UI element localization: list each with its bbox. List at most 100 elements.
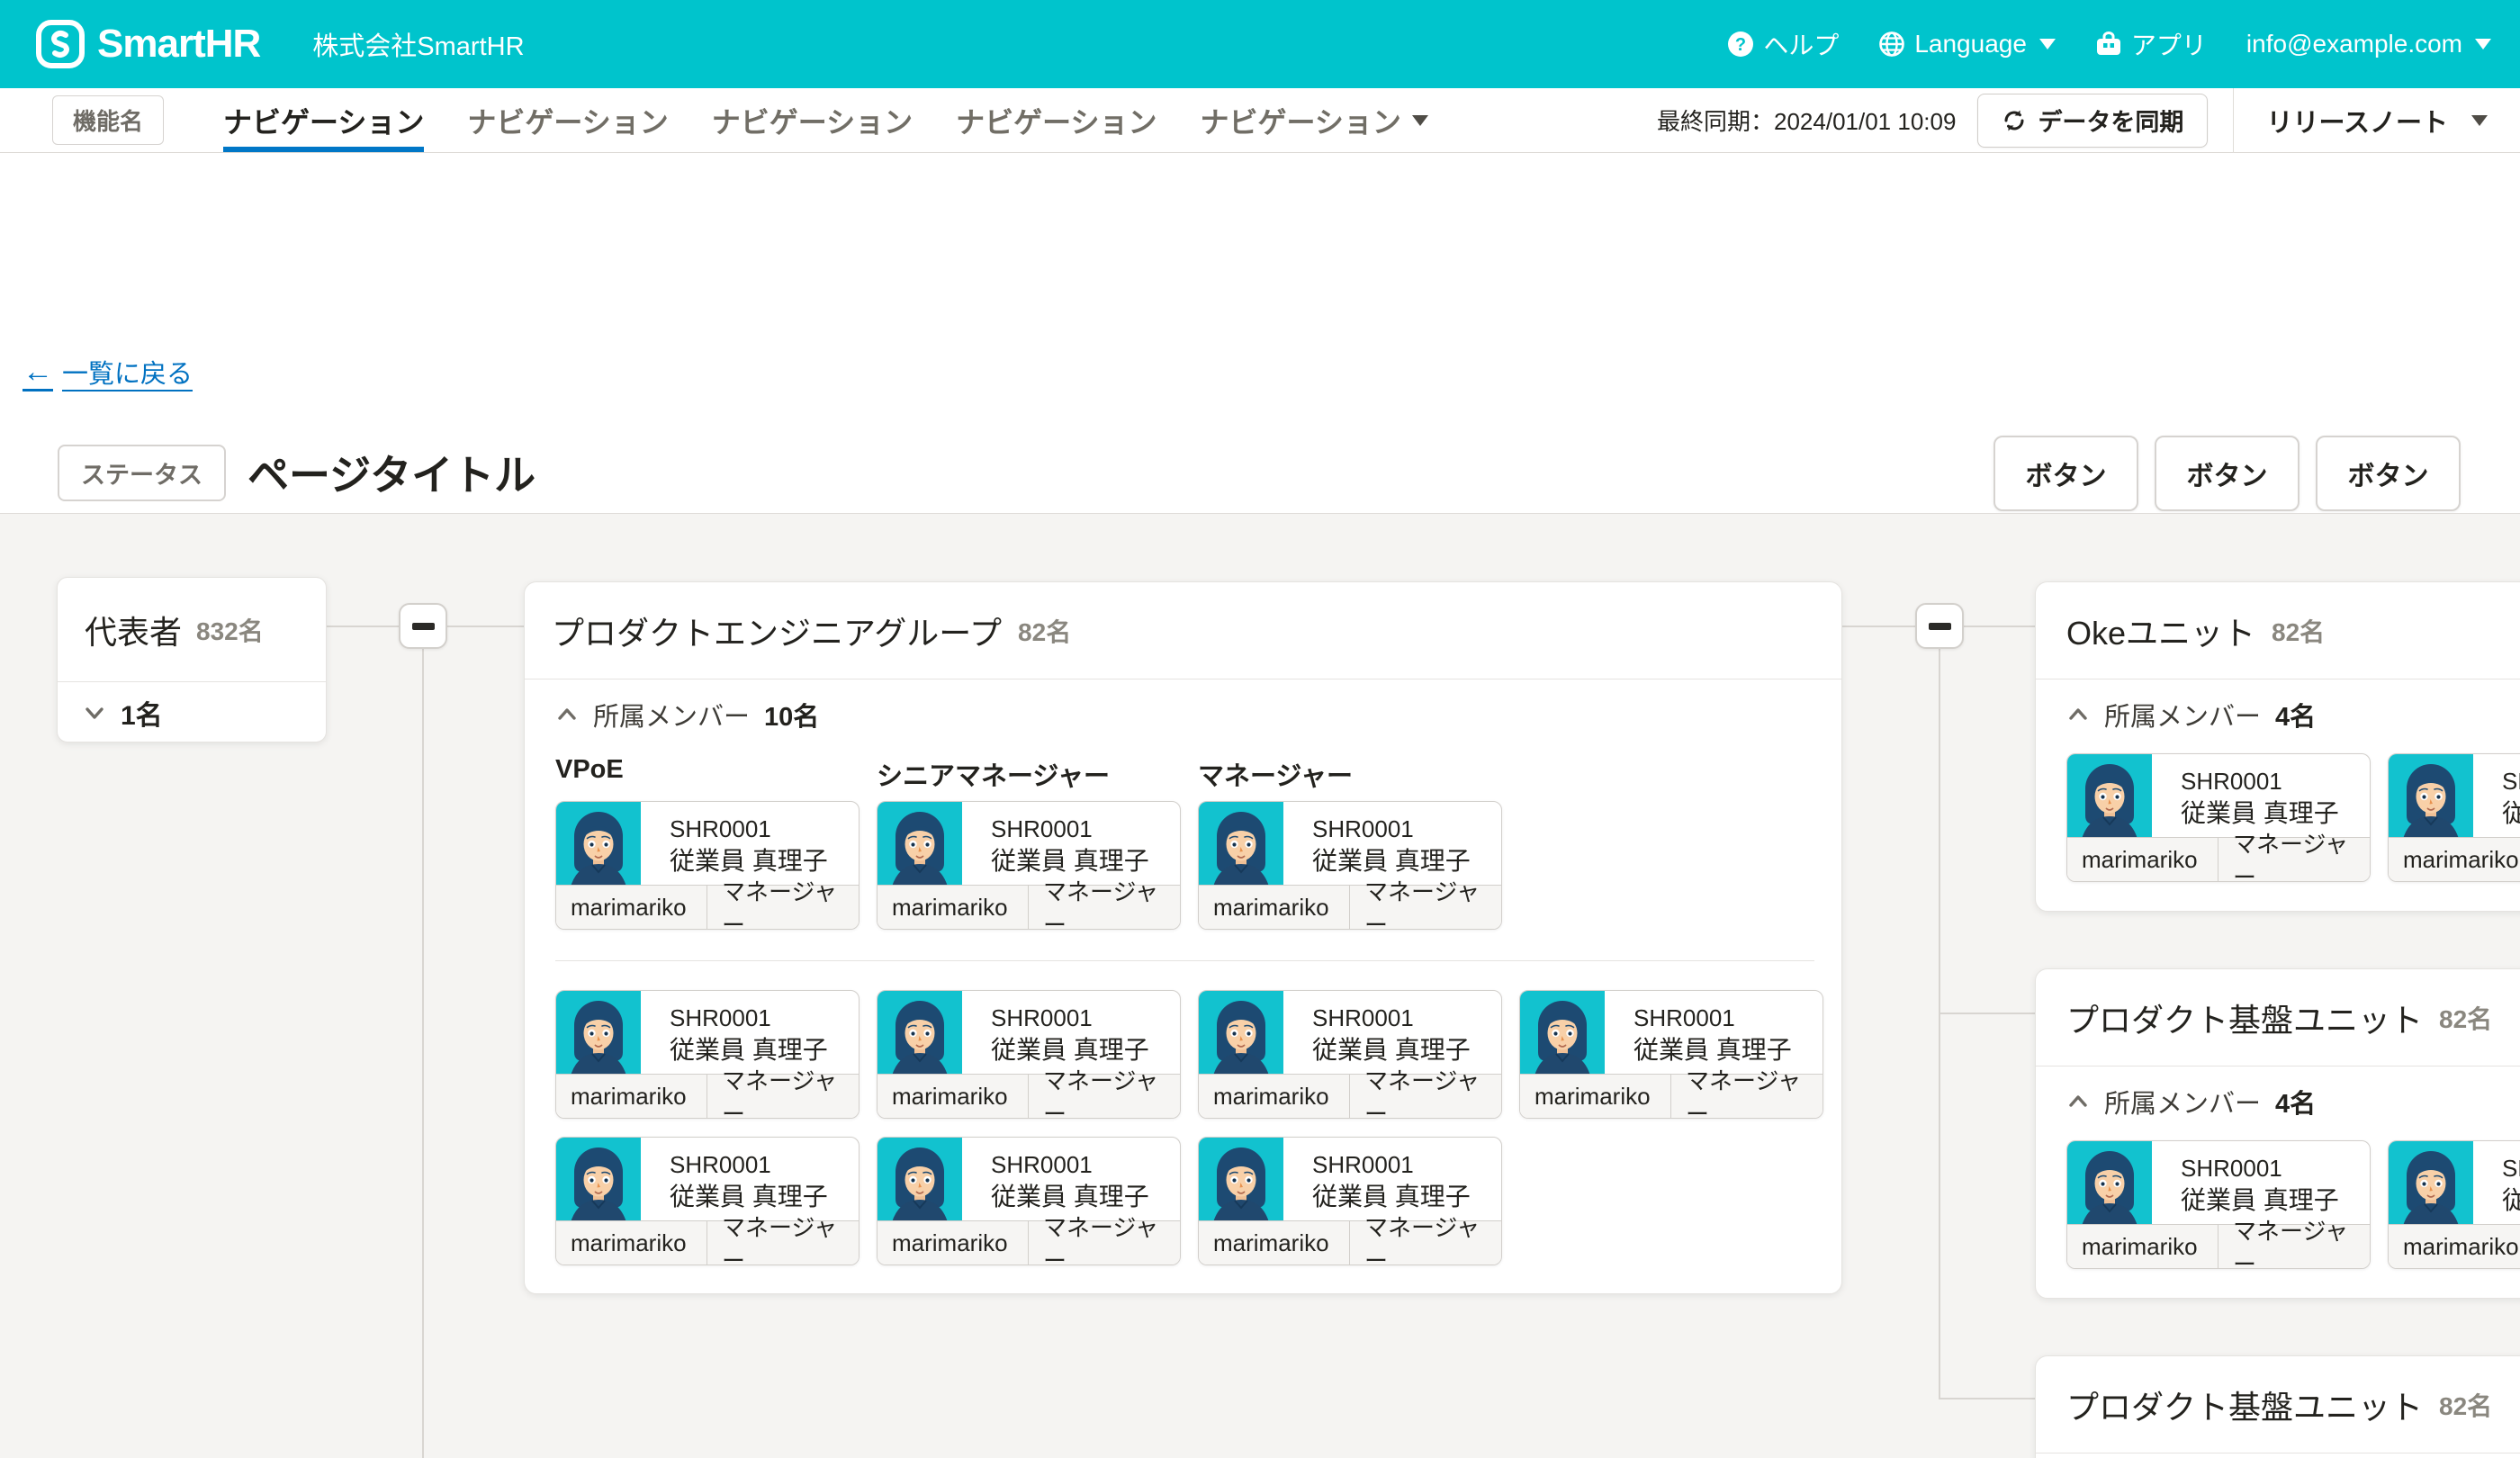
- role-header-manager: マネージャー: [1198, 755, 1502, 793]
- briefcase-icon: [2095, 31, 2122, 58]
- employee-card[interactable]: SHR0001 従業員 真理子 marimariko マネージャー: [2388, 1140, 2520, 1269]
- employee-card[interactable]: SHR0001 従業員 真理子 marimariko マネージャー: [2066, 753, 2371, 882]
- employee-role: マネージャー: [707, 886, 859, 929]
- employee-card-footer: marimariko マネージャー: [878, 885, 1180, 929]
- employee-username: marimariko: [556, 1221, 707, 1264]
- language-selector[interactable]: Language: [1878, 30, 2056, 58]
- nav-tab-3[interactable]: ナビゲーション: [712, 88, 913, 152]
- employee-role: マネージャー: [707, 1221, 859, 1264]
- employee-name: 従業員 真理子: [670, 1181, 828, 1213]
- divider: [2036, 1453, 2520, 1454]
- members-label: 所属メンバー: [2104, 696, 2261, 734]
- employee-card[interactable]: SHR0001 従業員 真理子 marimariko マネージャー: [555, 801, 860, 930]
- connector-line: [327, 626, 400, 627]
- chevron-down-icon: [83, 701, 106, 724]
- employee-id: SHR0001: [2181, 1152, 2339, 1184]
- members-toggle[interactable]: 所属メンバー 4名: [2066, 699, 2520, 730]
- employee-card[interactable]: SHR0001 従業員 真理子 marimariko マネージャー: [1519, 990, 1823, 1119]
- org-chart-canvas[interactable]: 代表者 832名 1名 プロダクトエンジニアグループ 82名 所属メンバー: [0, 513, 2520, 1458]
- app-nav: 機能名 ナビゲーション ナビゲーション ナビゲーション ナビゲーション ナビゲー…: [0, 88, 2520, 153]
- collapse-button[interactable]: [1915, 603, 1964, 649]
- org-node-count: 832名: [196, 612, 264, 648]
- nav-tab-5[interactable]: ナビゲーション: [1201, 88, 1428, 152]
- employee-card-footer: marimariko マネージャー: [1520, 1074, 1822, 1118]
- members-label: 所属メンバー: [593, 696, 750, 734]
- nav-tab-2[interactable]: ナビゲーション: [467, 88, 668, 152]
- employee-card[interactable]: SHR0001 従業員 真理子 marimariko マネージャー: [2388, 753, 2520, 882]
- apps-link[interactable]: アプリ: [2095, 26, 2207, 62]
- employee-id: SHR0001: [2502, 1152, 2520, 1184]
- employee-avatar: [878, 1138, 962, 1222]
- employee-card[interactable]: SHR0001 従業員 真理子 marimariko マネージャー: [877, 1137, 1181, 1265]
- org-group-body: 所属メンバー 4名: [2036, 699, 2520, 882]
- employee-card[interactable]: SHR0001 従業員 真理子 marimariko マネージャー: [877, 990, 1181, 1119]
- account-menu[interactable]: info@example.com: [2246, 30, 2491, 58]
- collapse-button[interactable]: [399, 603, 447, 649]
- members-toggle[interactable]: 所属メンバー 4名: [2066, 1086, 2520, 1117]
- action-button-1[interactable]: ボタン: [1994, 436, 2138, 511]
- root-node-expander[interactable]: 1名: [58, 682, 326, 742]
- org-group-count: 82名: [1018, 613, 1071, 649]
- employee-avatar: [556, 991, 641, 1076]
- org-group-platform-unit-1[interactable]: プロダクト基盤ユニット 82名 所属メンバー 4名: [2035, 968, 2520, 1299]
- employee-info: SHR0001 従業員 真理子: [1312, 813, 1471, 878]
- org-node-title: 代表者: [85, 607, 182, 653]
- employee-avatar: [1199, 802, 1283, 886]
- employee-card-footer: marimariko マネージャー: [1199, 1074, 1501, 1118]
- employee-avatar: [2067, 754, 2152, 839]
- employee-role: マネージャー: [1029, 1221, 1180, 1264]
- nav-right-cluster: 最終同期：2024/01/01 10:09 データを同期 リリースノート: [1657, 88, 2520, 152]
- employee-name: 従業員 真理子: [2502, 797, 2520, 830]
- sync-data-button[interactable]: データを同期: [1977, 94, 2208, 148]
- org-group-platform-unit-2[interactable]: プロダクト基盤ユニット 82名: [2035, 1355, 2520, 1458]
- employee-avatar: [556, 1138, 641, 1222]
- employee-card[interactable]: SHR0001 従業員 真理子 marimariko マネージャー: [555, 990, 860, 1119]
- sync-data-label: データを同期: [2038, 103, 2183, 138]
- employee-username: marimariko: [2067, 838, 2218, 881]
- org-group-title-row: プロダクト基盤ユニット 82名: [2036, 1356, 2520, 1453]
- member-card-row: SHR0001 従業員 真理子 marimariko マネージャー: [555, 990, 1818, 1119]
- org-group-main[interactable]: プロダクトエンジニアグループ 82名 所属メンバー 10名 VPoE シニアマネ…: [524, 581, 1842, 1294]
- app-header: SmartHR 株式会社SmartHR ? ヘルプ Language: [0, 0, 2520, 88]
- employee-card[interactable]: SHR0001 従業員 真理子 marimariko マネージャー: [1198, 1137, 1502, 1265]
- release-notes-menu[interactable]: リリースノート: [2234, 102, 2520, 140]
- employee-card-footer: marimariko マネージャー: [2389, 837, 2520, 881]
- minus-icon: [412, 623, 435, 630]
- org-node-root[interactable]: 代表者 832名 1名: [57, 577, 327, 742]
- account-email: info@example.com: [2246, 30, 2462, 58]
- employee-card[interactable]: SHR0001 従業員 真理子 marimariko マネージャー: [1198, 990, 1502, 1119]
- help-link[interactable]: ? ヘルプ: [1727, 26, 1839, 62]
- employee-id: SHR0001: [1312, 1002, 1471, 1034]
- back-to-list-link[interactable]: ← 一覧に戻る: [22, 353, 193, 391]
- employee-id: SHR0001: [2502, 765, 2520, 797]
- employee-info: SHR0001 従業員 真理子: [670, 813, 828, 878]
- feature-name-badge: 機能名: [52, 95, 164, 145]
- member-card-row: SHR0001 従業員 真理子 marimariko マネージャー: [555, 801, 1818, 930]
- employee-name: 従業員 真理子: [1312, 845, 1471, 878]
- employee-card[interactable]: SHR0001 従業員 真理子 marimariko マネージャー: [1198, 801, 1502, 930]
- nav-tab-4[interactable]: ナビゲーション: [956, 88, 1156, 152]
- employee-card[interactable]: SHR0001 従業員 真理子 marimariko マネージャー: [2066, 1140, 2371, 1269]
- member-card-row: SHR0001 従業員 真理子 marimariko マネージャー: [2066, 1140, 2520, 1269]
- employee-card[interactable]: SHR0001 従業員 真理子 marimariko マネージャー: [877, 801, 1181, 930]
- employee-id: SHR0001: [1312, 813, 1471, 845]
- employee-card-footer: marimariko マネージャー: [556, 1074, 859, 1118]
- brand-name: SmartHR: [97, 22, 260, 67]
- employee-username: marimariko: [556, 886, 707, 929]
- employee-card[interactable]: SHR0001 従業員 真理子 marimariko マネージャー: [555, 1137, 860, 1265]
- employee-avatar: [556, 802, 641, 886]
- employee-info: SHR0001 従業員 真理子: [2502, 765, 2520, 830]
- action-button-3[interactable]: ボタン: [2316, 436, 2461, 511]
- members-toggle[interactable]: 所属メンバー 10名: [555, 699, 1818, 730]
- org-group-oke-unit[interactable]: Okeユニット 82名 所属メンバー 4名: [2035, 581, 2520, 912]
- nav-tab-1[interactable]: ナビゲーション: [223, 88, 424, 152]
- employee-id: SHR0001: [2181, 765, 2339, 797]
- role-header-vpoe: VPoE: [555, 755, 860, 793]
- members-count: 4名: [2275, 1083, 2316, 1120]
- employee-avatar: [1199, 1138, 1283, 1222]
- employee-username: marimariko: [878, 1221, 1029, 1264]
- employee-info: SHR0001 従業員 真理子: [2181, 765, 2339, 830]
- members-label: 所属メンバー: [2104, 1083, 2261, 1120]
- action-button-2[interactable]: ボタン: [2155, 436, 2300, 511]
- smarthr-logo[interactable]: SmartHR: [36, 20, 260, 68]
